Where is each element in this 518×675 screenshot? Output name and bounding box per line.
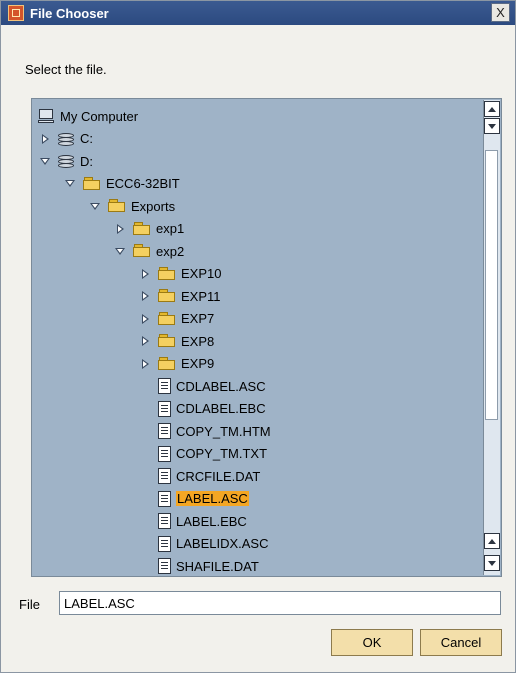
file-field-label: File — [19, 597, 40, 612]
tree-item[interactable]: ECC6-32BIT — [63, 173, 180, 195]
folder-icon — [133, 244, 151, 258]
arrow-down-icon — [488, 123, 496, 129]
file-icon — [158, 445, 171, 462]
tree-item[interactable]: COPY_TM.HTM — [138, 420, 271, 442]
tree-item-label: exp2 — [156, 243, 185, 259]
scroll-thumb[interactable] — [485, 150, 498, 420]
tree-item-label: CRCFILE.DAT — [176, 468, 261, 484]
expand-toggle-icon[interactable] — [138, 312, 152, 326]
app-icon — [8, 5, 24, 21]
scroll-page-down-button[interactable] — [484, 555, 500, 571]
file-name-input[interactable] — [59, 591, 501, 615]
tree-item-label: EXP11 — [181, 288, 221, 304]
tree-item[interactable]: EXP7 — [138, 308, 214, 330]
expand-toggle-icon[interactable] — [138, 357, 152, 371]
expand-toggle-icon[interactable] — [38, 132, 52, 146]
tree-item[interactable]: EXP8 — [138, 330, 214, 352]
tree-item[interactable]: CDLABEL.ASC — [138, 375, 266, 397]
tree-item[interactable]: D: — [38, 150, 93, 172]
file-icon — [158, 558, 171, 574]
close-button[interactable]: X — [491, 3, 510, 22]
tree-item-label: EXP8 — [181, 333, 215, 349]
tree-item[interactable]: exp1 — [113, 218, 184, 240]
tree-item-label: D: — [80, 153, 93, 169]
file-icon — [158, 400, 171, 417]
collapse-toggle-icon[interactable] — [38, 154, 52, 168]
tree-item-label: exp1 — [156, 221, 185, 236]
tree-item[interactable]: COPY_TM.TXT — [138, 443, 267, 465]
collapse-toggle-icon[interactable] — [63, 177, 77, 191]
tree-item-label: EXP9 — [181, 356, 215, 371]
expand-toggle-icon[interactable] — [138, 334, 152, 348]
folder-icon — [158, 334, 176, 348]
ok-button[interactable]: OK — [331, 629, 413, 656]
dialog-title: File Chooser — [30, 5, 109, 21]
folder-icon — [158, 356, 176, 371]
tree-item-label: C: — [80, 131, 93, 146]
tree-item-label: Exports — [131, 198, 176, 214]
tree-item-label: SHAFILE.DAT — [176, 558, 259, 574]
file-icon — [158, 490, 171, 507]
folder-icon — [83, 176, 101, 191]
cancel-button[interactable]: Cancel — [420, 629, 502, 656]
computer-icon — [38, 108, 54, 124]
tree-item-label: LABELIDX.ASC — [176, 536, 269, 551]
tree-item[interactable]: exp2 — [113, 240, 184, 262]
folder-icon — [158, 289, 176, 303]
tree-item[interactable]: CRCFILE.DAT — [138, 465, 260, 487]
tree-item-label: EXP10 — [181, 266, 222, 281]
scroll-up-button[interactable] — [484, 101, 500, 117]
drive-icon — [58, 154, 74, 168]
expand-toggle-icon[interactable] — [138, 267, 152, 281]
tree-item-label: CDLABEL.EBC — [176, 401, 266, 416]
tree-item[interactable]: My Computer — [38, 105, 138, 127]
tree-item[interactable]: SHAFILE.DAT — [138, 555, 259, 576]
expand-toggle-icon[interactable] — [113, 222, 127, 236]
tree-item[interactable]: Exports — [88, 195, 175, 217]
arrow-down-icon — [488, 560, 496, 566]
arrow-up-icon — [488, 538, 496, 544]
scroll-down-button[interactable] — [484, 118, 500, 134]
folder-icon — [133, 221, 151, 236]
tree-item-label: COPY_TM.TXT — [176, 446, 268, 461]
arrow-up-icon — [488, 106, 496, 112]
file-icon — [158, 378, 171, 394]
tree-item[interactable]: LABELIDX.ASC — [138, 533, 269, 555]
tree-item-label: EXP7 — [181, 311, 215, 326]
collapse-toggle-icon[interactable] — [88, 199, 102, 213]
file-chooser-dialog: File Chooser X Select the file. My Compu… — [0, 0, 516, 673]
collapse-toggle-icon[interactable] — [113, 244, 127, 258]
tree-item-label: ECC6-32BIT — [106, 176, 180, 191]
tree-item[interactable]: EXP9 — [138, 353, 214, 375]
scroll-page-up-button[interactable] — [484, 533, 500, 549]
folder-icon — [158, 266, 176, 281]
tree-item-label: LABEL.EBC — [176, 513, 247, 529]
file-icon — [158, 468, 171, 484]
tree-item-label-selected: LABEL.ASC — [176, 491, 249, 506]
file-tree[interactable]: My Computer C: D: ECC6-32BIT Exports exp1 exp2… — [31, 98, 502, 577]
vertical-scrollbar[interactable] — [483, 100, 500, 575]
folder-icon — [108, 199, 126, 213]
tree-item[interactable]: LABEL.EBC — [138, 510, 247, 532]
drive-icon — [58, 132, 74, 146]
file-icon — [158, 513, 171, 529]
title-bar[interactable]: File Chooser X — [1, 1, 515, 25]
folder-icon — [158, 311, 176, 326]
tree-item[interactable]: CDLABEL.EBC — [138, 398, 266, 420]
expand-toggle-icon[interactable] — [138, 289, 152, 303]
instruction-text: Select the file. — [25, 62, 107, 77]
tree-item[interactable]: C: — [38, 128, 93, 150]
file-icon — [158, 423, 171, 439]
tree-item[interactable]: EXP11 — [138, 285, 221, 307]
tree-item-label: My Computer — [60, 108, 139, 124]
tree-item[interactable]: EXP10 — [138, 263, 221, 285]
tree-item[interactable]: LABEL.ASC — [138, 488, 249, 510]
tree-item-label: CDLABEL.ASC — [176, 378, 266, 394]
tree-item-label: COPY_TM.HTM — [176, 423, 271, 439]
file-icon — [158, 535, 171, 552]
